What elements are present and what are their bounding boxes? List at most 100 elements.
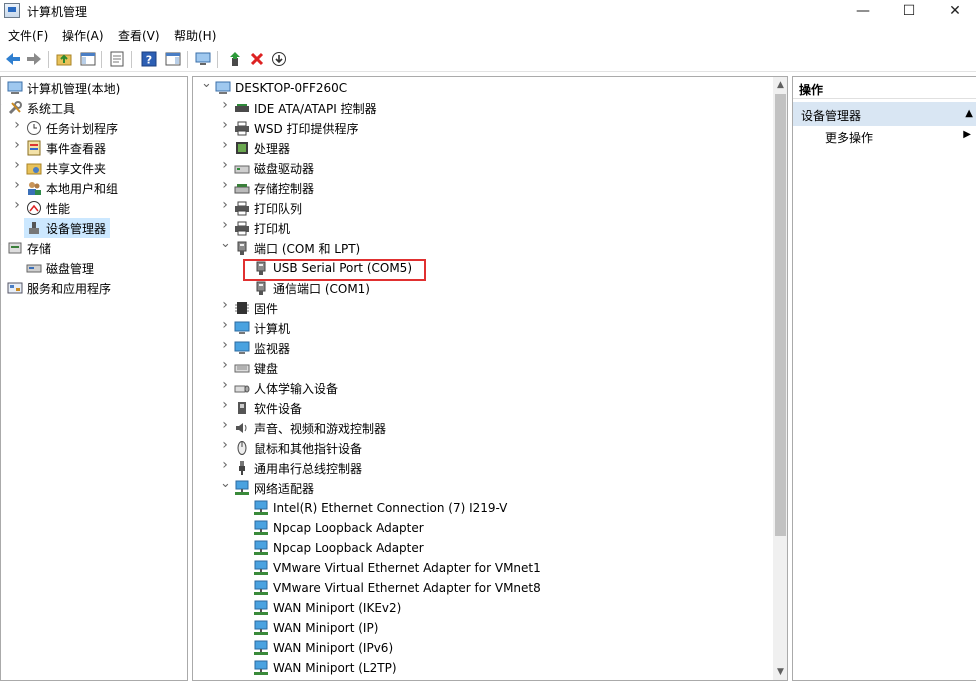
scroll-down-icon[interactable]: ▼ xyxy=(773,664,787,680)
device-tree-item-row[interactable]: 通用串行总线控制器 xyxy=(234,458,362,478)
device-tree-item-row[interactable]: 通信端口 (COM1) xyxy=(253,278,370,298)
expand-chevron-icon[interactable]: › xyxy=(220,458,230,472)
collapse-chevron-icon[interactable]: ⌄ xyxy=(220,237,231,250)
help-icon[interactable]: ? xyxy=(140,50,158,68)
minimize-button[interactable]: — xyxy=(840,0,886,22)
console-tree-item-row[interactable]: 服务和应用程序 xyxy=(7,278,111,298)
network-icon xyxy=(253,560,269,576)
scroll-thumb[interactable] xyxy=(775,94,786,536)
device-tree-item-row[interactable]: WAN Miniport (IP) xyxy=(253,618,378,638)
device-tree-item-row[interactable]: 网络适配器 xyxy=(234,478,314,498)
expand-chevron-icon[interactable]: › xyxy=(220,358,230,372)
expand-chevron-icon[interactable]: › xyxy=(220,198,230,212)
device-tree-item-row[interactable]: 存储控制器 xyxy=(234,178,314,198)
collapse-chevron-icon[interactable]: ⌄ xyxy=(220,477,231,490)
properties-icon[interactable] xyxy=(108,50,126,68)
device-tree-item-row[interactable]: WAN Miniport (L2TP) xyxy=(253,658,397,678)
device-tree-item-row[interactable]: 磁盘驱动器 xyxy=(234,158,314,178)
close-button[interactable]: ✕ xyxy=(932,0,976,22)
expand-chevron-icon[interactable]: › xyxy=(12,178,22,192)
action-pane-icon[interactable] xyxy=(164,50,182,68)
device-tree-item-row[interactable]: VMware Virtual Ethernet Adapter for VMne… xyxy=(253,578,541,598)
expand-chevron-icon[interactable]: › xyxy=(220,298,230,312)
collapse-chevron-icon[interactable]: ⌄ xyxy=(201,77,212,90)
uninstall-x-icon[interactable] xyxy=(248,50,266,68)
expand-chevron-icon[interactable]: › xyxy=(220,398,230,412)
network-icon xyxy=(253,620,269,636)
collapse-triangle-icon[interactable]: ▲ xyxy=(965,108,973,119)
device-tree-item-row[interactable]: 计算机 xyxy=(234,318,290,338)
console-tree-item-row[interactable]: 任务计划程序 xyxy=(26,118,118,138)
expand-chevron-icon[interactable]: › xyxy=(1,280,3,290)
device-tree-item-label: WAN Miniport (L2TP) xyxy=(273,661,397,675)
expand-chevron-icon[interactable]: › xyxy=(220,158,230,172)
menu-help[interactable]: 帮助(H) xyxy=(174,27,216,44)
device-tree-item-row[interactable]: WSD 打印提供程序 xyxy=(234,118,359,138)
expand-chevron-icon[interactable]: › xyxy=(220,438,230,452)
show-hide-tree-icon[interactable] xyxy=(79,50,97,68)
console-tree-item-row[interactable]: 存储 xyxy=(7,238,51,258)
device-tree-item-row[interactable]: VMware Virtual Ethernet Adapter for VMne… xyxy=(253,558,541,578)
menu-action[interactable]: 操作(A) xyxy=(62,27,104,44)
up-folder-icon[interactable] xyxy=(55,50,73,68)
device-tree-item-row[interactable]: 监视器 xyxy=(234,338,290,358)
update-driver-icon[interactable] xyxy=(226,50,244,68)
collapse-chevron-icon[interactable]: ⌄ xyxy=(1,97,4,110)
device-tree-item-row[interactable]: Npcap Loopback Adapter xyxy=(253,538,424,558)
expand-chevron-icon[interactable]: › xyxy=(220,418,230,432)
console-tree-item-row[interactable]: 性能 xyxy=(26,198,70,218)
device-tree-item-row[interactable]: 固件 xyxy=(234,298,278,318)
toolbar-separator xyxy=(101,51,102,68)
device-tree-item-label: Npcap Loopback Adapter xyxy=(273,541,424,555)
maximize-button[interactable]: ☐ xyxy=(886,0,932,22)
device-tree-item-row[interactable]: WAN Miniport (IPv6) xyxy=(253,638,393,658)
expand-chevron-icon[interactable]: › xyxy=(12,118,22,132)
device-tree-item-row[interactable]: DESKTOP-0FF260C xyxy=(215,78,347,98)
actions-section-device-manager[interactable]: 设备管理器 ▲ xyxy=(793,102,976,126)
device-tree-item-row[interactable]: 声音、视频和游戏控制器 xyxy=(234,418,386,438)
expand-chevron-icon[interactable]: › xyxy=(220,218,230,232)
more-actions-link[interactable]: 更多操作 xyxy=(825,129,873,146)
console-tree-item-row[interactable]: 共享文件夹 xyxy=(26,158,106,178)
console-tree-item-row[interactable]: 本地用户和组 xyxy=(26,178,118,198)
expand-chevron-icon[interactable]: › xyxy=(12,198,22,212)
expand-chevron-icon[interactable]: › xyxy=(220,338,230,352)
device-tree-item-row[interactable]: Npcap Loopback Adapter xyxy=(253,518,424,538)
expand-chevron-icon[interactable]: › xyxy=(220,138,230,152)
console-tree-item-row[interactable]: 磁盘管理 xyxy=(26,258,94,278)
forward-arrow-icon[interactable] xyxy=(25,50,43,68)
device-tree-item-row[interactable]: 鼠标和其他指针设备 xyxy=(234,438,362,458)
console-tree-item-row[interactable]: 设备管理器 xyxy=(24,218,111,238)
menu-view[interactable]: 查看(V) xyxy=(118,27,160,44)
expand-chevron-icon[interactable]: › xyxy=(220,98,230,112)
expand-chevron-icon[interactable]: › xyxy=(12,138,22,152)
device-tree-item-row[interactable]: 端口 (COM 和 LPT) xyxy=(234,238,360,258)
device-tree-item-row[interactable]: Intel(R) Ethernet Connection (7) I219-V xyxy=(253,498,507,518)
expand-chevron-icon[interactable]: › xyxy=(220,378,230,392)
scan-hardware-icon[interactable] xyxy=(194,50,212,68)
collapse-chevron-icon[interactable]: ⌄ xyxy=(1,237,4,250)
device-tree-item-row[interactable]: 人体学输入设备 xyxy=(234,378,338,398)
vertical-scrollbar[interactable]: ▲ ▼ xyxy=(773,77,787,680)
device-tree-item-row[interactable]: WAN Miniport (IKEv2) xyxy=(253,598,401,618)
device-tree-item-row[interactable]: 键盘 xyxy=(234,358,278,378)
expand-chevron-icon[interactable]: › xyxy=(220,178,230,192)
device-tree-item-label: 软件设备 xyxy=(254,401,303,416)
device-tree-item-row[interactable]: 打印机 xyxy=(234,218,290,238)
console-tree-item-row[interactable]: 事件查看器 xyxy=(26,138,106,158)
expand-chevron-icon[interactable]: › xyxy=(220,318,230,332)
back-arrow-icon[interactable] xyxy=(4,50,22,68)
console-tree-pane: 计算机管理(本地) ⌄ 系统工具 › 任务计划程序 › 事件查看器 › 共享文件夹 › 本地用户和组… xyxy=(0,76,188,681)
menu-file[interactable]: 文件(F) xyxy=(8,27,48,44)
console-tree-item-row[interactable]: 系统工具 xyxy=(7,98,75,118)
scroll-up-icon[interactable]: ▲ xyxy=(773,77,787,93)
expand-chevron-icon[interactable]: › xyxy=(220,118,230,132)
download-circle-icon[interactable] xyxy=(270,50,288,68)
console-tree-item-row[interactable]: 计算机管理(本地) xyxy=(7,78,120,98)
expand-chevron-icon[interactable]: › xyxy=(12,158,22,172)
device-tree-item-row[interactable]: IDE ATA/ATAPI 控制器 xyxy=(234,98,377,118)
device-tree-item-row[interactable]: 打印队列 xyxy=(234,198,302,218)
device-tree-item-row[interactable]: 处理器 xyxy=(234,138,290,158)
device-tree-item-row[interactable]: 软件设备 xyxy=(234,398,302,418)
device-tree-item-label: 磁盘驱动器 xyxy=(254,161,315,176)
